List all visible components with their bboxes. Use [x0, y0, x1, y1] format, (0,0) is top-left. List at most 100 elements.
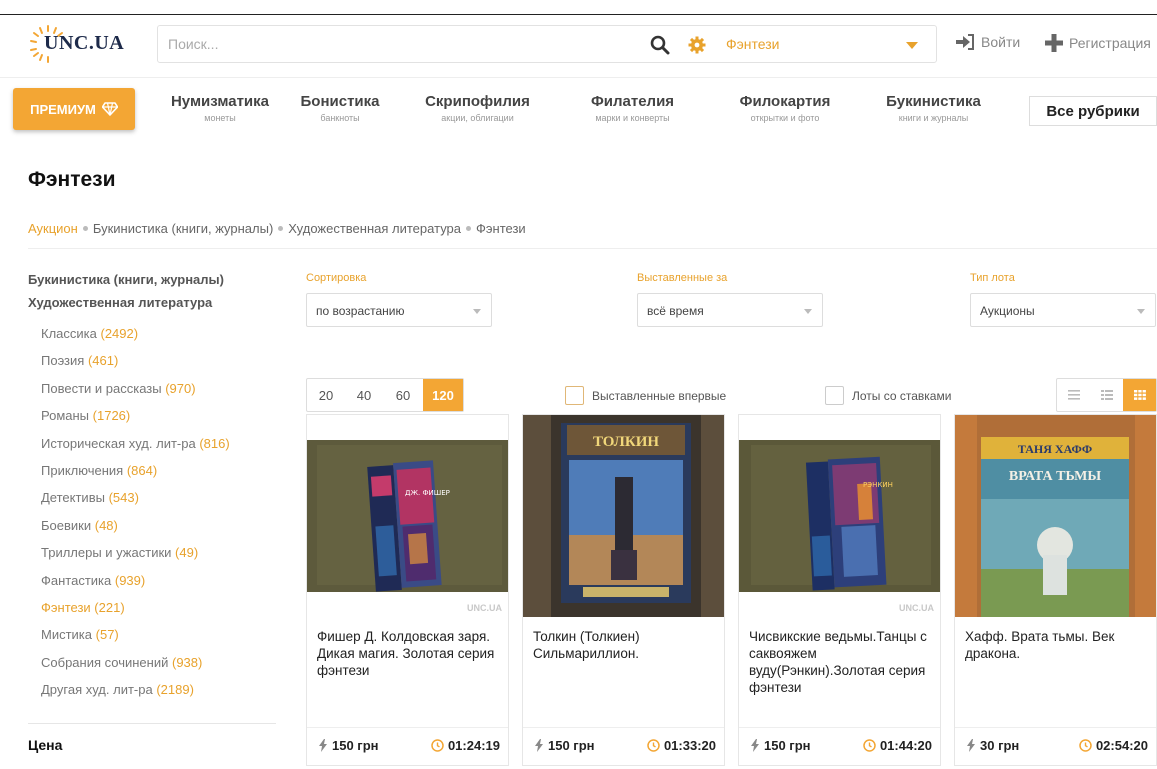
sidebar-item-label: Боевики: [41, 517, 92, 533]
book-cover-text: ТАНЯ ХАФФ: [1018, 442, 1092, 456]
sidebar-item-stories[interactable]: Повести и рассказы (970): [41, 381, 230, 408]
book-photo: ТОЛКИН: [523, 415, 724, 617]
sidebar-item-novels[interactable]: Романы (1726): [41, 408, 230, 435]
category-select[interactable]: Фэнтези: [726, 36, 780, 52]
list-view-button[interactable]: [1057, 379, 1090, 411]
premium-button[interactable]: ПРЕМИУМ: [13, 88, 135, 130]
lot-time-left: 01:44:20: [863, 738, 932, 753]
sidebar-item-label: Детективы: [41, 490, 105, 506]
rubric-bonistics[interactable]: Бонистика банкноты: [290, 93, 390, 123]
sidebar-item-scifi[interactable]: Фантастика (939): [41, 573, 230, 600]
sidebar-item-count: (49): [175, 545, 199, 561]
per-page-60[interactable]: 60: [383, 379, 423, 411]
grid-view-button[interactable]: [1123, 379, 1156, 411]
rubric-numismatics[interactable]: Нумизматика монеты: [165, 93, 275, 123]
login-link[interactable]: Войти: [955, 34, 1020, 50]
period-select[interactable]: всё время: [637, 293, 823, 327]
per-page-120[interactable]: 120: [423, 379, 463, 411]
lot-title[interactable]: Толкин (Толкиен) Сильмариллион.: [533, 628, 716, 662]
per-page-20[interactable]: 20: [307, 379, 345, 411]
rubric-philately[interactable]: Филателия марки и конверты: [575, 93, 690, 123]
breadcrumb: Аукцион Букинистика (книги, журналы) Худ…: [28, 221, 526, 236]
sidebar-item-poetry[interactable]: Поэзия (461): [41, 353, 230, 380]
sidebar-heading-fiction[interactable]: Художественная литература: [28, 295, 212, 310]
site-logo[interactable]: UNC.UA: [28, 22, 143, 68]
sidebar-item-count: (938): [171, 654, 203, 670]
rubric-bookselling[interactable]: Букинистика книги и журналы: [876, 93, 991, 123]
divider: [739, 727, 940, 728]
lot-title[interactable]: Фишер Д. Колдовская заря. Дикая магия. З…: [317, 628, 500, 679]
checkbox-box[interactable]: [565, 386, 584, 405]
book-cover-text: ТОЛКИН: [593, 434, 659, 450]
breadcrumb-auction[interactable]: Аукцион: [28, 221, 78, 236]
search-icon[interactable]: [650, 35, 670, 55]
sidebar-item-collected-works[interactable]: Собрания сочинений (938): [41, 655, 230, 682]
lot-time-left: 01:33:20: [647, 738, 716, 753]
sidebar-item-label: Романы: [41, 408, 90, 424]
gear-icon[interactable]: [688, 36, 706, 54]
lot-image[interactable]: РЭНКИН UNC.UA: [739, 415, 940, 617]
lot-card[interactable]: РЭНКИН UNC.UA Чисвикские ведьмы.Танцы с …: [738, 414, 941, 766]
chevron-down-icon: [473, 309, 481, 314]
lot-title[interactable]: Хафф. Врата тьмы. Век дракона.: [965, 628, 1148, 662]
first-listed-checkbox[interactable]: Выставленные впервые: [565, 386, 726, 405]
lot-image[interactable]: ТАНЯ ХАФФ ВРАТА ТЬМЫ: [955, 415, 1156, 617]
sidebar-item-action[interactable]: Боевики (48): [41, 518, 230, 545]
clock-icon: [1079, 739, 1092, 752]
breadcrumb-separator: [82, 226, 88, 231]
sidebar-item-count: (543): [108, 490, 139, 506]
lot-image[interactable]: ДЖ. ФИШЕР UNC.UA: [307, 415, 508, 617]
lot-card[interactable]: ДЖ. ФИШЕР UNC.UA Фишер Д. Колдовская зар…: [306, 414, 509, 766]
sidebar-item-mystic[interactable]: Мистика (57): [41, 627, 230, 654]
lot-type-select[interactable]: Аукционы: [970, 293, 1156, 327]
breadcrumb-fiction[interactable]: Художественная литература: [288, 221, 461, 236]
sort-label: Сортировка: [306, 272, 367, 284]
lot-price: 150 грн: [751, 738, 811, 753]
clock-icon: [431, 739, 444, 752]
sidebar-item-label: Поэзия: [41, 353, 85, 369]
sidebar-item-count: (816): [199, 435, 230, 451]
lot-price-value: 30 грн: [980, 738, 1020, 753]
with-bids-checkbox[interactable]: Лоты со ставками: [825, 386, 951, 405]
watermark: UNC.UA: [467, 603, 502, 613]
lot-price: 150 грн: [319, 738, 379, 753]
lot-card[interactable]: ТАНЯ ХАФФ ВРАТА ТЬМЫ Хафф. Врата тьмы. В…: [954, 414, 1157, 766]
sidebar-item-detective[interactable]: Детективы (543): [41, 490, 230, 517]
sidebar-item-count: (221): [94, 599, 125, 615]
sidebar-item-count: (970): [165, 380, 196, 396]
sidebar-item-label: Классика: [41, 326, 97, 341]
breadcrumb-bookselling[interactable]: Букинистика (книги, журналы): [93, 221, 273, 236]
rubric-title: Нумизматика: [170, 93, 270, 110]
lot-image[interactable]: ТОЛКИН: [523, 415, 724, 617]
chevron-down-icon[interactable]: [906, 42, 918, 49]
rubric-scripophily[interactable]: Скрипофилия акции, облигации: [410, 93, 545, 123]
sort-value: по возрастанию: [316, 304, 405, 318]
sort-select[interactable]: по возрастанию: [306, 293, 492, 327]
breadcrumb-separator: [278, 226, 284, 231]
search-input[interactable]: [168, 34, 568, 54]
lot-card[interactable]: ТОЛКИН Толкин (Толкиен) Сильмариллион. 1…: [522, 414, 725, 766]
lot-type-label: Тип лота: [970, 272, 1015, 284]
login-label: Войти: [981, 34, 1021, 50]
sidebar-item-adventure[interactable]: Приключения (864): [41, 463, 230, 490]
view-mode-selector: [1056, 378, 1157, 412]
checkbox-box[interactable]: [825, 386, 844, 405]
rubric-philocarty[interactable]: Филокартия открытки и фото: [725, 93, 845, 123]
register-link[interactable]: Регистрация: [1045, 34, 1151, 52]
lot-title[interactable]: Чисвикские ведьмы.Танцы с саквояжем вуду…: [749, 628, 932, 696]
divider: [28, 248, 1157, 249]
sidebar-item-label: Мистика: [41, 627, 93, 643]
clock-icon: [647, 739, 660, 752]
premium-label: ПРЕМИУМ: [30, 101, 96, 117]
lot-time-value: 02:54:20: [1095, 738, 1148, 753]
sidebar-item-fantasy[interactable]: Фэнтези (221): [41, 600, 230, 627]
all-rubrics-button[interactable]: Все рубрики: [1029, 96, 1157, 126]
sidebar-item-classics[interactable]: Классика (2492): [41, 326, 230, 353]
sidebar-item-thrillers[interactable]: Триллеры и ужастики (49): [41, 545, 230, 572]
compact-view-button[interactable]: [1090, 379, 1123, 411]
sidebar-item-historical[interactable]: Историческая худ. лит-ра (816): [41, 436, 230, 463]
sidebar-heading-bookselling[interactable]: Букинистика (книги, журналы): [28, 272, 224, 287]
bolt-icon: [751, 739, 759, 752]
sidebar-item-other[interactable]: Другая худ. лит-ра (2189): [41, 682, 230, 709]
per-page-40[interactable]: 40: [345, 379, 383, 411]
